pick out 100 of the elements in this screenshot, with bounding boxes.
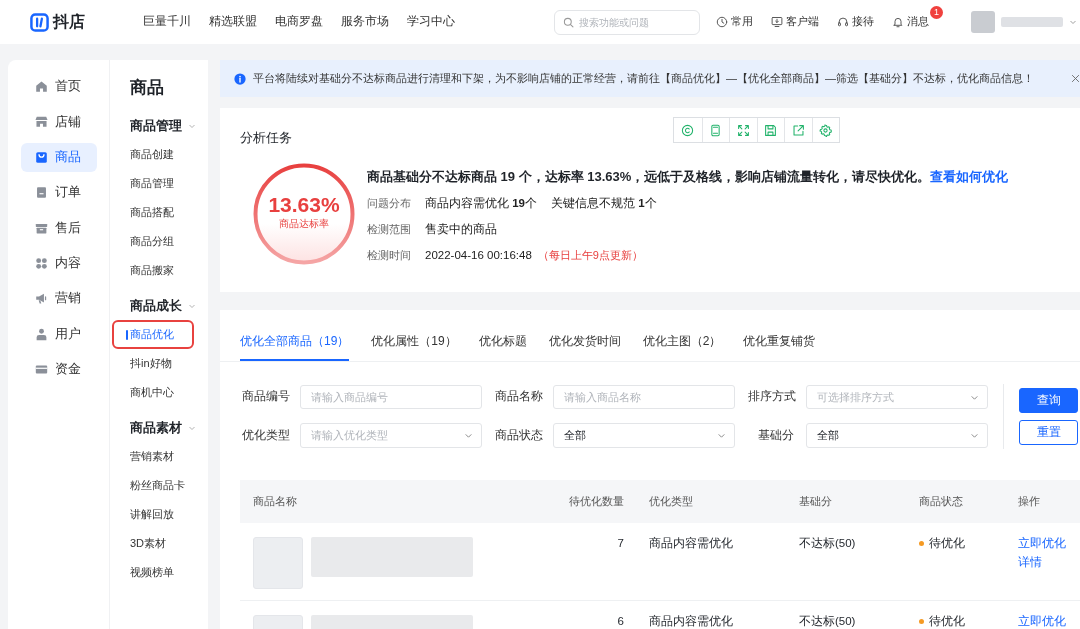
close-icon[interactable]	[1071, 74, 1080, 83]
box-icon	[34, 221, 48, 235]
sidebar-item[interactable]: 首页	[20, 72, 97, 101]
bell-icon	[892, 16, 904, 28]
select-field[interactable]: 全部	[806, 423, 988, 448]
action-link[interactable]: 立即优化	[1018, 537, 1066, 550]
input-field[interactable]: 请输入商品编号	[300, 385, 482, 409]
tab[interactable]: 优化重复铺货	[743, 322, 816, 361]
subnav-item[interactable]: 商品搬家	[112, 256, 194, 285]
nav-link[interactable]: 学习中心	[407, 13, 455, 31]
user-icon	[34, 327, 48, 341]
four-dots-icon	[34, 256, 48, 270]
notification-count: 1	[930, 6, 943, 20]
nav-link[interactable]: 精选联盟	[209, 13, 257, 31]
field-label: 基础分	[757, 427, 795, 443]
sidebar-item[interactable]: 用户	[20, 319, 97, 349]
notice-text: 平台将陆续对基础分不达标商品进行清理和下架，为不影响店铺的正常经营，请前往【商品优化】—【优化全部商品】—筛选【基础分】不达标，优化商品信息！	[253, 71, 1034, 87]
how-to-optimize-link[interactable]: 查看如何优化	[930, 169, 1009, 184]
action-link[interactable]: 详情	[1018, 556, 1042, 569]
table-cell: 7	[617, 537, 624, 550]
card-icon	[34, 363, 48, 377]
group-header[interactable]: 商品成长	[112, 296, 208, 316]
circled-c-icon	[681, 123, 695, 137]
status-text: 待优化	[929, 537, 965, 550]
info-icon	[234, 72, 246, 85]
section-title: 商品	[130, 77, 164, 99]
tab[interactable]: 优化发货时间	[548, 322, 621, 361]
column-header: 商品名称	[253, 494, 297, 510]
tab[interactable]: 优化标题	[478, 322, 527, 361]
search-button[interactable]: 查询	[1019, 388, 1078, 413]
subnav-item[interactable]: 商机中心	[112, 378, 194, 407]
subnav-item[interactable]: 商品优化	[112, 320, 194, 349]
subnav-item[interactable]: 商品管理	[112, 169, 194, 198]
subnav-item[interactable]: 抖in好物	[112, 349, 194, 378]
chevron-down-icon	[970, 431, 979, 440]
detail-value: 2022-04-16 00:16:48	[425, 248, 532, 263]
select-field[interactable]: 全部	[553, 423, 735, 448]
subnav-item[interactable]: 营销素材	[112, 442, 194, 471]
card-title: 分析任务	[240, 130, 292, 146]
summary-text: 商品基础分不达标商品 19 个，达标率 13.63%，远低于及格线，影响店铺流量转化，请尽快优化。查看如何优化	[367, 169, 1009, 185]
sidebar-item[interactable]: 订单	[20, 178, 97, 208]
subnav-item[interactable]: 粉丝商品卡	[112, 471, 194, 500]
search-input[interactable]: 搜索功能或问题	[579, 14, 691, 30]
monitor-download-icon	[771, 16, 783, 28]
nav-link[interactable]: 电商罗盘	[275, 13, 323, 31]
store-icon	[34, 115, 48, 129]
detail-label: 检测范围	[367, 222, 412, 237]
table-cell: 不达标(50)	[799, 615, 856, 628]
input-field[interactable]: 请输入商品名称	[553, 385, 735, 409]
logo-text: 抖店	[53, 12, 85, 32]
expand-icon	[736, 123, 750, 137]
toolbar-button[interactable]: 消息	[892, 14, 929, 30]
settings-icon	[819, 123, 833, 137]
group-header[interactable]: 商品管理	[112, 116, 208, 136]
share-icon	[791, 123, 805, 137]
detail-label: 问题分布	[367, 196, 412, 211]
rate-value: 13.63%	[268, 192, 340, 217]
table-cell: 6	[617, 615, 624, 628]
subnav-item[interactable]: 视频榜单	[112, 558, 194, 587]
rate-label: 商品达标率	[279, 216, 329, 230]
subnav-item[interactable]: 3D素材	[112, 529, 194, 558]
tab[interactable]: 优化属性（19）	[371, 322, 457, 361]
subnav-item[interactable]: 商品创建	[112, 140, 194, 169]
sidebar-item[interactable]: 店铺	[20, 107, 97, 137]
sidebar-item[interactable]: 商品	[20, 142, 97, 172]
subnav-item[interactable]: 商品搭配	[112, 198, 194, 227]
field-label: 排序方式	[748, 389, 797, 405]
tab[interactable]: 优化全部商品（19）	[240, 322, 350, 361]
sidebar-item[interactable]: 内容	[20, 248, 97, 278]
nav-link[interactable]: 服务市场	[341, 13, 389, 31]
clock-icon	[716, 16, 728, 28]
subnav-item[interactable]: 讲解回放	[112, 500, 194, 529]
table-cell: 不达标(50)	[799, 537, 856, 550]
field-label: 商品状态	[495, 427, 544, 443]
column-header: 优化类型	[649, 494, 693, 510]
sidebar-item[interactable]: 营销	[20, 284, 97, 314]
search-field[interactable]: 搜索功能或问题	[554, 9, 700, 35]
action-link[interactable]: 立即优化	[1018, 615, 1066, 628]
megaphone-icon	[34, 292, 48, 306]
save-icon	[764, 123, 778, 137]
detail-value: 关键信息不规范 1个	[551, 196, 657, 211]
subnav-item[interactable]: 商品分组	[112, 227, 194, 256]
field-label: 商品名称	[495, 389, 544, 405]
status-text: 待优化	[929, 615, 965, 628]
chevron-down-icon	[1069, 18, 1077, 26]
chevron-down-icon	[464, 431, 473, 440]
reset-button[interactable]: 重置	[1019, 420, 1078, 445]
group-header[interactable]: 商品素材	[112, 418, 208, 438]
nav-link[interactable]: 巨量千川	[143, 13, 191, 31]
sidebar-item[interactable]: 售后	[20, 213, 97, 243]
detail-value: 售卖中的商品	[425, 222, 497, 237]
tab[interactable]: 优化主图（2）	[642, 322, 722, 361]
clipboard-icon	[34, 186, 48, 200]
toolbar-button[interactable]: 接待	[837, 14, 874, 30]
bag-icon	[34, 150, 48, 164]
column-header: 操作	[1018, 494, 1040, 510]
toolbar-button[interactable]: 常用	[716, 14, 753, 30]
sidebar-item[interactable]: 资金	[20, 355, 97, 385]
toolbar-button[interactable]: 客户端	[771, 14, 819, 30]
home-icon	[34, 80, 48, 93]
